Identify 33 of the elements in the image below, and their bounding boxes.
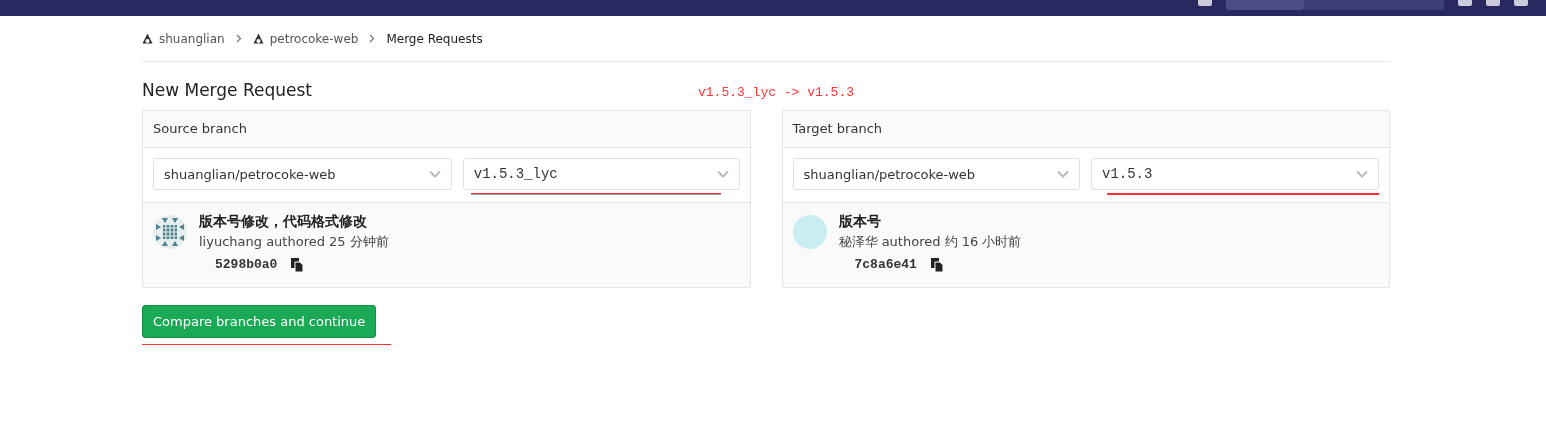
branch-dropdown[interactable]: v1.5.3 [1091, 158, 1379, 190]
commit-message[interactable]: 版本号 [838, 213, 1022, 231]
search-field[interactable] [1304, 0, 1444, 10]
page-title: New Merge Request [142, 80, 313, 100]
square-icon[interactable] [1514, 0, 1528, 6]
drop-icon [142, 32, 153, 45]
breadcrumb-link[interactable]: petrocoke-web [269, 31, 359, 46]
branch-dropdown[interactable]: v1.5.3_lyc [462, 158, 740, 190]
chevron-icon [369, 34, 376, 43]
copy-icon[interactable] [930, 257, 943, 272]
commit-sha[interactable]: 7c8a6e41 [854, 257, 917, 272]
avatar-icon [153, 215, 187, 249]
square-icon[interactable] [1198, 0, 1212, 6]
commit-message[interactable]: 版本号修改，代码格式修改 [199, 213, 389, 231]
avatar-icon [792, 215, 827, 249]
commit-author: liyuchang authored 25 分钟前 [199, 233, 389, 251]
caret-icon [1356, 170, 1368, 178]
chevron-icon [235, 34, 242, 43]
square-icon[interactable] [1458, 0, 1472, 6]
copy-icon[interactable] [291, 257, 304, 272]
annotation-note: v1.5.3_lyc -> v1.5.3 [698, 85, 855, 100]
project-dropdown[interactable]: shuanglian/petrocoke-web [792, 158, 1080, 190]
project-dropdown[interactable]: shuanglian/petrocoke-web [153, 158, 452, 190]
caret-icon [716, 170, 729, 178]
breadcrumb-link[interactable]: shuanglian [159, 31, 225, 46]
caret-icon [1057, 170, 1069, 178]
commit-author: 秘泽华 authored 约 16 小时前 [838, 233, 1022, 251]
drop-icon [252, 32, 264, 45]
dropdown-button[interactable] [1226, 0, 1304, 10]
breadcrumb-link[interactable]: Merge Requests [386, 31, 483, 46]
commit-sha[interactable]: 5298b0a0 [215, 257, 278, 272]
caret-icon [428, 170, 441, 178]
square-icon[interactable] [1486, 0, 1500, 6]
